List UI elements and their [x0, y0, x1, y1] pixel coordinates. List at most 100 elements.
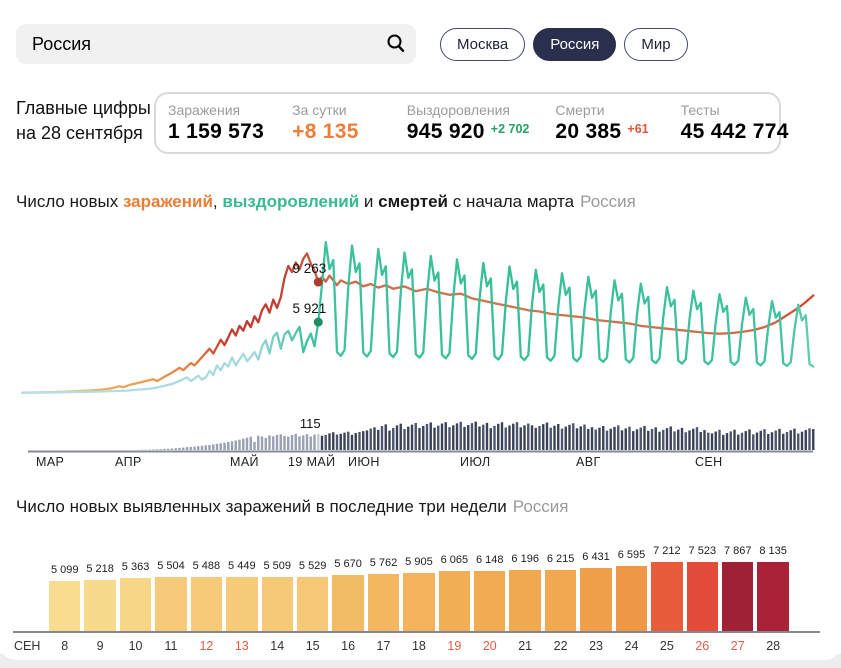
stat-value: 945 920+2 702 — [407, 120, 530, 144]
region-tabs: МоскваРоссияМир — [440, 28, 688, 61]
bar-20[interactable]: 6 148 — [474, 545, 505, 631]
day-label-27: 27 — [722, 639, 753, 653]
bar-19[interactable]: 6 065 — [439, 545, 470, 631]
bar-rect[interactable] — [474, 571, 505, 632]
stats-panel: Заражения1 159 573За сутки+8 135Выздоров… — [154, 92, 781, 154]
bar-8[interactable]: 5 099 — [49, 545, 80, 631]
title-part: заражений — [123, 192, 213, 211]
bar-value-label: 6 148 — [476, 554, 504, 566]
bar-24[interactable]: 6 595 — [616, 545, 647, 631]
bar-26[interactable]: 7 523 — [687, 545, 718, 631]
day-label-26: 26 — [687, 639, 718, 653]
recoveries-line[interactable] — [22, 242, 813, 393]
bar-12[interactable]: 5 488 — [191, 545, 222, 631]
bar-rect[interactable] — [403, 573, 434, 631]
search-box[interactable] — [16, 24, 416, 64]
tab-россия[interactable]: Россия — [533, 28, 616, 61]
svg-text:СЕН: СЕН — [695, 455, 723, 469]
bar-rect[interactable] — [262, 577, 293, 631]
day-label-11: 11 — [155, 639, 186, 653]
bar-21[interactable]: 6 196 — [509, 545, 540, 631]
day-label-25: 25 — [651, 639, 682, 653]
bar-25[interactable]: 7 212 — [651, 545, 682, 631]
title-part: , — [213, 192, 222, 211]
bar-value-label: 6 431 — [582, 551, 610, 563]
bar-rect[interactable] — [120, 578, 151, 631]
stat-value: 1 159 573 — [168, 120, 264, 144]
bar-14[interactable]: 5 509 — [262, 545, 293, 631]
bar-value-label: 6 215 — [547, 553, 575, 565]
region-label: Россия — [580, 192, 636, 211]
day-label-21: 21 — [509, 639, 540, 653]
bar-rect[interactable] — [509, 570, 540, 631]
stat-label: Смерти — [555, 102, 648, 118]
bar-value-label: 7 523 — [689, 545, 717, 557]
bar-rect[interactable] — [439, 571, 470, 631]
bar-22[interactable]: 6 215 — [545, 545, 576, 631]
bar-rect[interactable] — [687, 562, 718, 631]
stat-label: Заражения — [168, 102, 264, 118]
bottom-chart-title: Число новых выявленных заражений в после… — [16, 497, 569, 517]
stat-выздоровления: Выздоровления 945 920+2 702 — [407, 102, 530, 144]
stat-label: Тесты — [681, 102, 789, 118]
day-label-22: 22 — [545, 639, 576, 653]
annotation-deaths: 115 — [300, 416, 321, 431]
bar-value-label: 5 509 — [263, 560, 291, 572]
stat-label: Выздоровления — [407, 102, 530, 118]
bar-rect[interactable] — [616, 566, 647, 631]
bar-rect[interactable] — [155, 577, 186, 631]
svg-text:ИЮН: ИЮН — [348, 455, 380, 469]
bar-9[interactable]: 5 218 — [84, 545, 115, 631]
bar-rect[interactable] — [722, 562, 753, 631]
day-label-16: 16 — [332, 639, 363, 653]
bar-rect[interactable] — [757, 562, 788, 631]
bar-value-label: 5 363 — [122, 561, 150, 573]
title-part: смертей — [378, 192, 448, 211]
bar-rect[interactable] — [49, 581, 80, 631]
title-part: выздоровлений — [222, 192, 359, 211]
bar-value-label: 5 905 — [405, 556, 433, 568]
stat-value: 20 385+61 — [555, 120, 648, 144]
bar-rect[interactable] — [226, 577, 257, 631]
bar-value-label: 5 099 — [51, 564, 79, 576]
bar-rect[interactable] — [332, 575, 363, 631]
bar-rect[interactable] — [297, 577, 328, 631]
bar-rect[interactable] — [84, 580, 115, 631]
title-part: Число новых — [16, 192, 123, 211]
annotation-recoveries: 5 921 — [292, 301, 326, 316]
bar-16[interactable]: 5 670 — [332, 545, 363, 631]
main-chart[interactable]: МАРАПРМАЙ19 МАЙИЮНИЮЛАВГСЕН9 2635 921115 — [0, 228, 841, 476]
svg-text:ИЮЛ: ИЮЛ — [460, 455, 490, 469]
bar-23[interactable]: 6 431 — [580, 545, 611, 631]
day-label-18: 18 — [403, 639, 434, 653]
bar-rect[interactable] — [651, 562, 682, 631]
bar-28[interactable]: 8 135 — [757, 545, 788, 631]
svg-text:МАЙ: МАЙ — [230, 454, 259, 469]
bar-27[interactable]: 7 867 — [722, 545, 753, 631]
day-label-13: 13 — [226, 639, 257, 653]
day-label-14: 14 — [262, 639, 293, 653]
annotation-dot-recoveries[interactable] — [314, 318, 323, 327]
bar-13[interactable]: 5 449 — [226, 545, 257, 631]
tab-мир[interactable]: Мир — [624, 28, 687, 61]
bar-value-label: 7 867 — [724, 545, 752, 557]
bar-rect[interactable] — [191, 577, 222, 631]
main-chart-axis-line — [28, 451, 813, 453]
annotation-dot-infections[interactable] — [314, 278, 323, 287]
bar-rect[interactable] — [368, 574, 399, 631]
bar-18[interactable]: 5 905 — [403, 545, 434, 631]
day-label-15: 15 — [297, 639, 328, 653]
bar-rect[interactable] — [580, 568, 611, 631]
search-icon[interactable] — [376, 24, 416, 64]
day-label-28: 28 — [757, 639, 788, 653]
search-input[interactable] — [16, 24, 376, 64]
stat-value: 45 442 774 — [681, 120, 789, 144]
bar-rect[interactable] — [545, 570, 576, 631]
bar-15[interactable]: 5 529 — [297, 545, 328, 631]
bar-11[interactable]: 5 504 — [155, 545, 186, 631]
bar-10[interactable]: 5 363 — [120, 545, 151, 631]
infections-line[interactable] — [22, 253, 813, 392]
tab-москва[interactable]: Москва — [440, 28, 525, 61]
bar-17[interactable]: 5 762 — [368, 545, 399, 631]
svg-text:АВГ: АВГ — [576, 455, 601, 469]
